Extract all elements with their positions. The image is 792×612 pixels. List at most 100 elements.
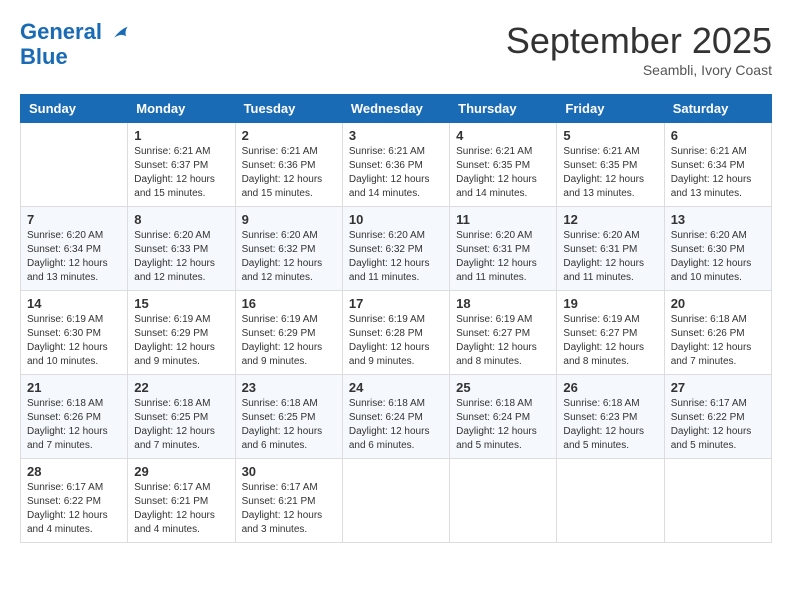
day-number: 7 [27, 212, 121, 227]
day-number: 10 [349, 212, 443, 227]
header-tuesday: Tuesday [235, 95, 342, 123]
logo-text: General [20, 20, 134, 45]
day-number: 3 [349, 128, 443, 143]
header-monday: Monday [128, 95, 235, 123]
day-info: Sunrise: 6:19 AM Sunset: 6:27 PM Dayligh… [563, 313, 657, 369]
logo-line2: Blue [20, 45, 134, 69]
page-header: General Blue September 2025 Seambli, Ivo… [20, 20, 772, 78]
calendar-week-1: 1 Sunrise: 6:21 AM Sunset: 6:37 PM Daylig… [21, 123, 772, 207]
day-number: 20 [671, 296, 765, 311]
day-info: Sunrise: 6:18 AM Sunset: 6:24 PM Dayligh… [456, 397, 550, 453]
header-saturday: Saturday [664, 95, 771, 123]
day-info: Sunrise: 6:17 AM Sunset: 6:21 PM Dayligh… [134, 481, 228, 537]
day-number: 15 [134, 296, 228, 311]
calendar-cell: 15 Sunrise: 6:19 AM Sunset: 6:29 PM Dayli… [128, 291, 235, 375]
day-info: Sunrise: 6:19 AM Sunset: 6:29 PM Dayligh… [242, 313, 336, 369]
day-number: 29 [134, 464, 228, 479]
calendar-cell: 23Sunrise: 6:18 AM Sunset: 6:25 PM Dayli… [235, 375, 342, 459]
header-wednesday: Wednesday [342, 95, 449, 123]
calendar-cell: 16 Sunrise: 6:19 AM Sunset: 6:29 PM Dayli… [235, 291, 342, 375]
day-info: Sunrise: 6:20 AM Sunset: 6:31 PM Dayligh… [563, 229, 657, 285]
day-info: Sunrise: 6:20 AM Sunset: 6:31 PM Dayligh… [456, 229, 550, 285]
header-thursday: Thursday [450, 95, 557, 123]
day-header-row: SundayMondayTuesdayWednesdayThursdayFrid… [21, 95, 772, 123]
calendar-cell: 7 Sunrise: 6:20 AM Sunset: 6:34 PM Daylig… [21, 207, 128, 291]
day-number: 27 [671, 380, 765, 395]
calendar-cell: 12 Sunrise: 6:20 AM Sunset: 6:31 PM Dayli… [557, 207, 664, 291]
day-info: Sunrise: 6:20 AM Sunset: 6:33 PM Dayligh… [134, 229, 228, 285]
day-number: 25 [456, 380, 550, 395]
day-info: Sunrise: 6:21 AM Sunset: 6:37 PM Dayligh… [134, 145, 228, 201]
day-info: Sunrise: 6:20 AM Sunset: 6:32 PM Dayligh… [242, 229, 336, 285]
day-info: Sunrise: 6:18 AM Sunset: 6:23 PM Dayligh… [563, 397, 657, 453]
day-number: 11 [456, 212, 550, 227]
logo-bird-icon [110, 21, 134, 45]
location-subtitle: Seambli, Ivory Coast [506, 62, 772, 78]
calendar-cell: 28Sunrise: 6:17 AM Sunset: 6:22 PM Dayli… [21, 459, 128, 543]
calendar-cell [21, 123, 128, 207]
day-number: 5 [563, 128, 657, 143]
calendar-cell: 4Sunrise: 6:21 AM Sunset: 6:35 PM Daylig… [450, 123, 557, 207]
day-number: 24 [349, 380, 443, 395]
calendar-cell: 25 Sunrise: 6:18 AM Sunset: 6:24 PM Dayli… [450, 375, 557, 459]
calendar-cell: 29 Sunrise: 6:17 AM Sunset: 6:21 PM Dayli… [128, 459, 235, 543]
day-info: Sunrise: 6:19 AM Sunset: 6:29 PM Dayligh… [134, 313, 228, 369]
day-number: 18 [456, 296, 550, 311]
month-title: September 2025 [506, 20, 772, 62]
title-block: September 2025 Seambli, Ivory Coast [506, 20, 772, 78]
calendar-cell: 10Sunrise: 6:20 AM Sunset: 6:32 PM Dayli… [342, 207, 449, 291]
calendar-cell: 30Sunrise: 6:17 AM Sunset: 6:21 PM Dayli… [235, 459, 342, 543]
header-friday: Friday [557, 95, 664, 123]
calendar-week-5: 28Sunrise: 6:17 AM Sunset: 6:22 PM Dayli… [21, 459, 772, 543]
day-number: 14 [27, 296, 121, 311]
calendar-cell: 22 Sunrise: 6:18 AM Sunset: 6:25 PM Dayli… [128, 375, 235, 459]
calendar-table: SundayMondayTuesdayWednesdayThursdayFrid… [20, 94, 772, 543]
day-info: Sunrise: 6:18 AM Sunset: 6:25 PM Dayligh… [242, 397, 336, 453]
header-sunday: Sunday [21, 95, 128, 123]
calendar-cell: 21Sunrise: 6:18 AM Sunset: 6:26 PM Dayli… [21, 375, 128, 459]
calendar-cell [664, 459, 771, 543]
calendar-cell [450, 459, 557, 543]
day-number: 4 [456, 128, 550, 143]
day-info: Sunrise: 6:18 AM Sunset: 6:25 PM Dayligh… [134, 397, 228, 453]
day-number: 28 [27, 464, 121, 479]
day-info: Sunrise: 6:20 AM Sunset: 6:30 PM Dayligh… [671, 229, 765, 285]
calendar-cell: 19 Sunrise: 6:19 AM Sunset: 6:27 PM Dayli… [557, 291, 664, 375]
calendar-cell: 6Sunrise: 6:21 AM Sunset: 6:34 PM Daylig… [664, 123, 771, 207]
day-number: 1 [134, 128, 228, 143]
day-info: Sunrise: 6:19 AM Sunset: 6:27 PM Dayligh… [456, 313, 550, 369]
day-info: Sunrise: 6:21 AM Sunset: 6:36 PM Dayligh… [242, 145, 336, 201]
day-info: Sunrise: 6:19 AM Sunset: 6:30 PM Dayligh… [27, 313, 121, 369]
day-info: Sunrise: 6:18 AM Sunset: 6:24 PM Dayligh… [349, 397, 443, 453]
day-number: 9 [242, 212, 336, 227]
day-number: 30 [242, 464, 336, 479]
calendar-cell: 1 Sunrise: 6:21 AM Sunset: 6:37 PM Daylig… [128, 123, 235, 207]
day-info: Sunrise: 6:20 AM Sunset: 6:34 PM Dayligh… [27, 229, 121, 285]
day-number: 16 [242, 296, 336, 311]
calendar-cell: 27 Sunrise: 6:17 AM Sunset: 6:22 PM Dayli… [664, 375, 771, 459]
calendar-cell: 24 Sunrise: 6:18 AM Sunset: 6:24 PM Dayli… [342, 375, 449, 459]
calendar-cell: 5Sunrise: 6:21 AM Sunset: 6:35 PM Daylig… [557, 123, 664, 207]
calendar-cell: 14 Sunrise: 6:19 AM Sunset: 6:30 PM Dayli… [21, 291, 128, 375]
day-number: 12 [563, 212, 657, 227]
calendar-cell: 26 Sunrise: 6:18 AM Sunset: 6:23 PM Dayli… [557, 375, 664, 459]
day-number: 26 [563, 380, 657, 395]
day-info: Sunrise: 6:19 AM Sunset: 6:28 PM Dayligh… [349, 313, 443, 369]
calendar-cell: 9 Sunrise: 6:20 AM Sunset: 6:32 PM Daylig… [235, 207, 342, 291]
day-number: 22 [134, 380, 228, 395]
calendar-body: 1 Sunrise: 6:21 AM Sunset: 6:37 PM Daylig… [21, 123, 772, 543]
calendar-week-4: 21Sunrise: 6:18 AM Sunset: 6:26 PM Dayli… [21, 375, 772, 459]
day-info: Sunrise: 6:18 AM Sunset: 6:26 PM Dayligh… [27, 397, 121, 453]
calendar-week-2: 7 Sunrise: 6:20 AM Sunset: 6:34 PM Daylig… [21, 207, 772, 291]
day-number: 6 [671, 128, 765, 143]
day-number: 19 [563, 296, 657, 311]
calendar-week-3: 14 Sunrise: 6:19 AM Sunset: 6:30 PM Dayli… [21, 291, 772, 375]
calendar-cell: 2Sunrise: 6:21 AM Sunset: 6:36 PM Daylig… [235, 123, 342, 207]
day-info: Sunrise: 6:17 AM Sunset: 6:22 PM Dayligh… [671, 397, 765, 453]
calendar-header: SundayMondayTuesdayWednesdayThursdayFrid… [21, 95, 772, 123]
logo-line1: General [20, 19, 102, 44]
day-info: Sunrise: 6:21 AM Sunset: 6:36 PM Dayligh… [349, 145, 443, 201]
calendar-cell [557, 459, 664, 543]
day-number: 8 [134, 212, 228, 227]
calendar-cell: 11 Sunrise: 6:20 AM Sunset: 6:31 PM Dayli… [450, 207, 557, 291]
